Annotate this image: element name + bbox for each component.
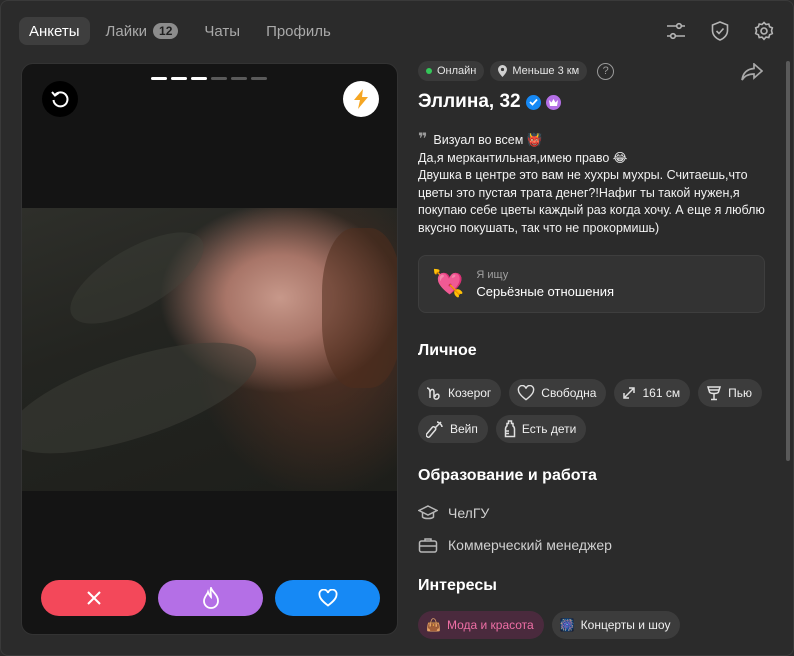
online-dot-icon (426, 68, 432, 74)
job-label: Коммерческий менеджер (448, 536, 612, 553)
interests-section-title: Интересы (418, 576, 497, 594)
bio-line: Двушка в центре это вам не хухры мухры. … (418, 168, 765, 235)
interest-tag-concerts: 🎆 Концерты и шоу (551, 610, 681, 639)
personal-section-title: Личное (418, 341, 477, 359)
tab-label: Профиль (266, 22, 331, 40)
profile-info: Онлайн Меньше 3 км ? Эллина, 32 ❞ Визуал … (418, 61, 765, 639)
profile-name-age: Эллина, 32 (418, 91, 521, 112)
tab-chats[interactable]: Чаты (194, 17, 250, 45)
tab-profiles[interactable]: Анкеты (19, 17, 90, 45)
cupid-heart-icon: 💘 (432, 268, 465, 299)
tag-drinking: Пью (698, 378, 762, 407)
tag-relationship: Свободна (509, 378, 607, 407)
looking-for-card: 💘 Я ищу Серьёзные отношения (418, 254, 765, 313)
capricorn-icon (426, 386, 440, 400)
status-row: Онлайн Меньше 3 км ? (418, 61, 765, 81)
distance-chip: Меньше 3 км (490, 61, 588, 81)
like-heart-icon (318, 589, 337, 607)
photo-pager (151, 77, 267, 80)
bio-line: Да,я меркантильная,имею право 😂 (418, 150, 628, 165)
handbag-icon: 👜 (426, 617, 441, 632)
education-list: ЧелГУ Коммерческий менеджер (418, 497, 765, 561)
tag-label: Козерог (448, 385, 492, 400)
tag-label: Вейп (450, 421, 478, 436)
tab-label: Чаты (204, 22, 241, 40)
photo-indicator[interactable] (211, 77, 227, 80)
share-icon (741, 62, 764, 81)
tag-label: Концерты и шоу (580, 617, 671, 632)
looking-for-label: Я ищу (476, 268, 509, 281)
tag-label: 161 см (642, 385, 681, 400)
tab-profile[interactable]: Профиль (256, 17, 341, 45)
education-item: Коммерческий менеджер (418, 529, 765, 561)
share-button[interactable] (741, 62, 764, 86)
briefcase-icon (418, 537, 438, 553)
tab-likes[interactable]: Лайки 12 (96, 17, 189, 45)
online-status-label: Онлайн (437, 65, 477, 77)
tab-label: Лайки (105, 22, 148, 40)
swipe-actions (41, 580, 380, 616)
tag-label: Есть дети (521, 421, 577, 436)
bio-line: ❞ Визуал во всем 👹 (418, 131, 765, 150)
heart-outline-icon (518, 384, 535, 401)
app-window: Анкеты Лайки 12 Чаты Профиль Онлайн Мень… (0, 0, 794, 656)
profile-photo-card[interactable] (21, 63, 398, 635)
tag-smoking: Вейп (418, 414, 488, 443)
tag-zodiac: Козерог (418, 378, 502, 407)
interest-tags: 👜 Мода и красота 🎆 Концерты и шоу (418, 610, 765, 639)
tag-label: Свободна (541, 385, 597, 400)
settings-icon[interactable] (753, 20, 775, 42)
superlike-button[interactable] (158, 580, 263, 616)
looking-for-value: Серьёзные отношения (476, 283, 614, 299)
dislike-button[interactable] (41, 580, 146, 616)
interest-tag-fashion: 👜 Мода и красота (418, 610, 544, 639)
education-section-title: Образование и работа (418, 466, 597, 484)
top-actions (665, 20, 775, 42)
photo-indicator[interactable] (231, 77, 247, 80)
tag-label: Мода и красота (446, 617, 534, 632)
dislike-icon (86, 591, 101, 605)
name-row: Эллина, 32 (418, 91, 765, 113)
bio-line-text: Визуал во всем 👹 (433, 133, 543, 147)
distance-label: Меньше 3 км (512, 65, 580, 77)
photo-indicator-active[interactable] (151, 77, 167, 80)
tag-height: 161 см (614, 378, 691, 407)
scrollbar[interactable] (786, 61, 790, 461)
tab-label: Анкеты (29, 22, 80, 40)
tag-children: Есть дети (495, 414, 587, 443)
profile-photo[interactable] (22, 208, 397, 491)
shield-icon[interactable] (709, 20, 731, 42)
superlike-fire-icon (202, 587, 219, 609)
boost-icon (354, 89, 368, 109)
tag-label: Пью (728, 385, 752, 400)
bio-text: ❞ Визуал во всем 👹 Да,я меркантильная,име… (418, 131, 765, 238)
top-navigation: Анкеты Лайки 12 Чаты Профиль (19, 16, 775, 46)
height-icon (623, 386, 636, 399)
rewind-button[interactable] (42, 81, 78, 117)
bottle-icon (504, 419, 516, 437)
online-status-chip: Онлайн (418, 61, 485, 81)
location-pin-icon (498, 65, 508, 77)
photo-indicator-active[interactable] (191, 77, 207, 80)
fireworks-icon: 🎆 (559, 617, 575, 632)
education-item: ЧелГУ (418, 497, 765, 529)
quote-icon: ❞ (418, 131, 428, 148)
premium-crown-icon (545, 94, 561, 110)
help-button[interactable]: ? (597, 62, 615, 80)
verified-badge-icon (525, 94, 541, 110)
vape-icon (426, 420, 443, 438)
likes-count-badge: 12 (153, 23, 179, 39)
boost-button[interactable] (343, 81, 379, 117)
help-icon: ? (602, 65, 609, 77)
rewind-icon (51, 91, 69, 108)
like-button[interactable] (275, 580, 380, 616)
university-label: ЧелГУ (448, 504, 490, 521)
photo-indicator[interactable] (251, 77, 267, 80)
glass-icon (707, 385, 722, 400)
filters-icon[interactable] (665, 20, 687, 42)
photo-indicator-active[interactable] (171, 77, 187, 80)
personal-tags: Козерог Свободна 161 см Пью Вейп Есть де… (418, 378, 765, 443)
graduation-cap-icon (418, 504, 438, 519)
